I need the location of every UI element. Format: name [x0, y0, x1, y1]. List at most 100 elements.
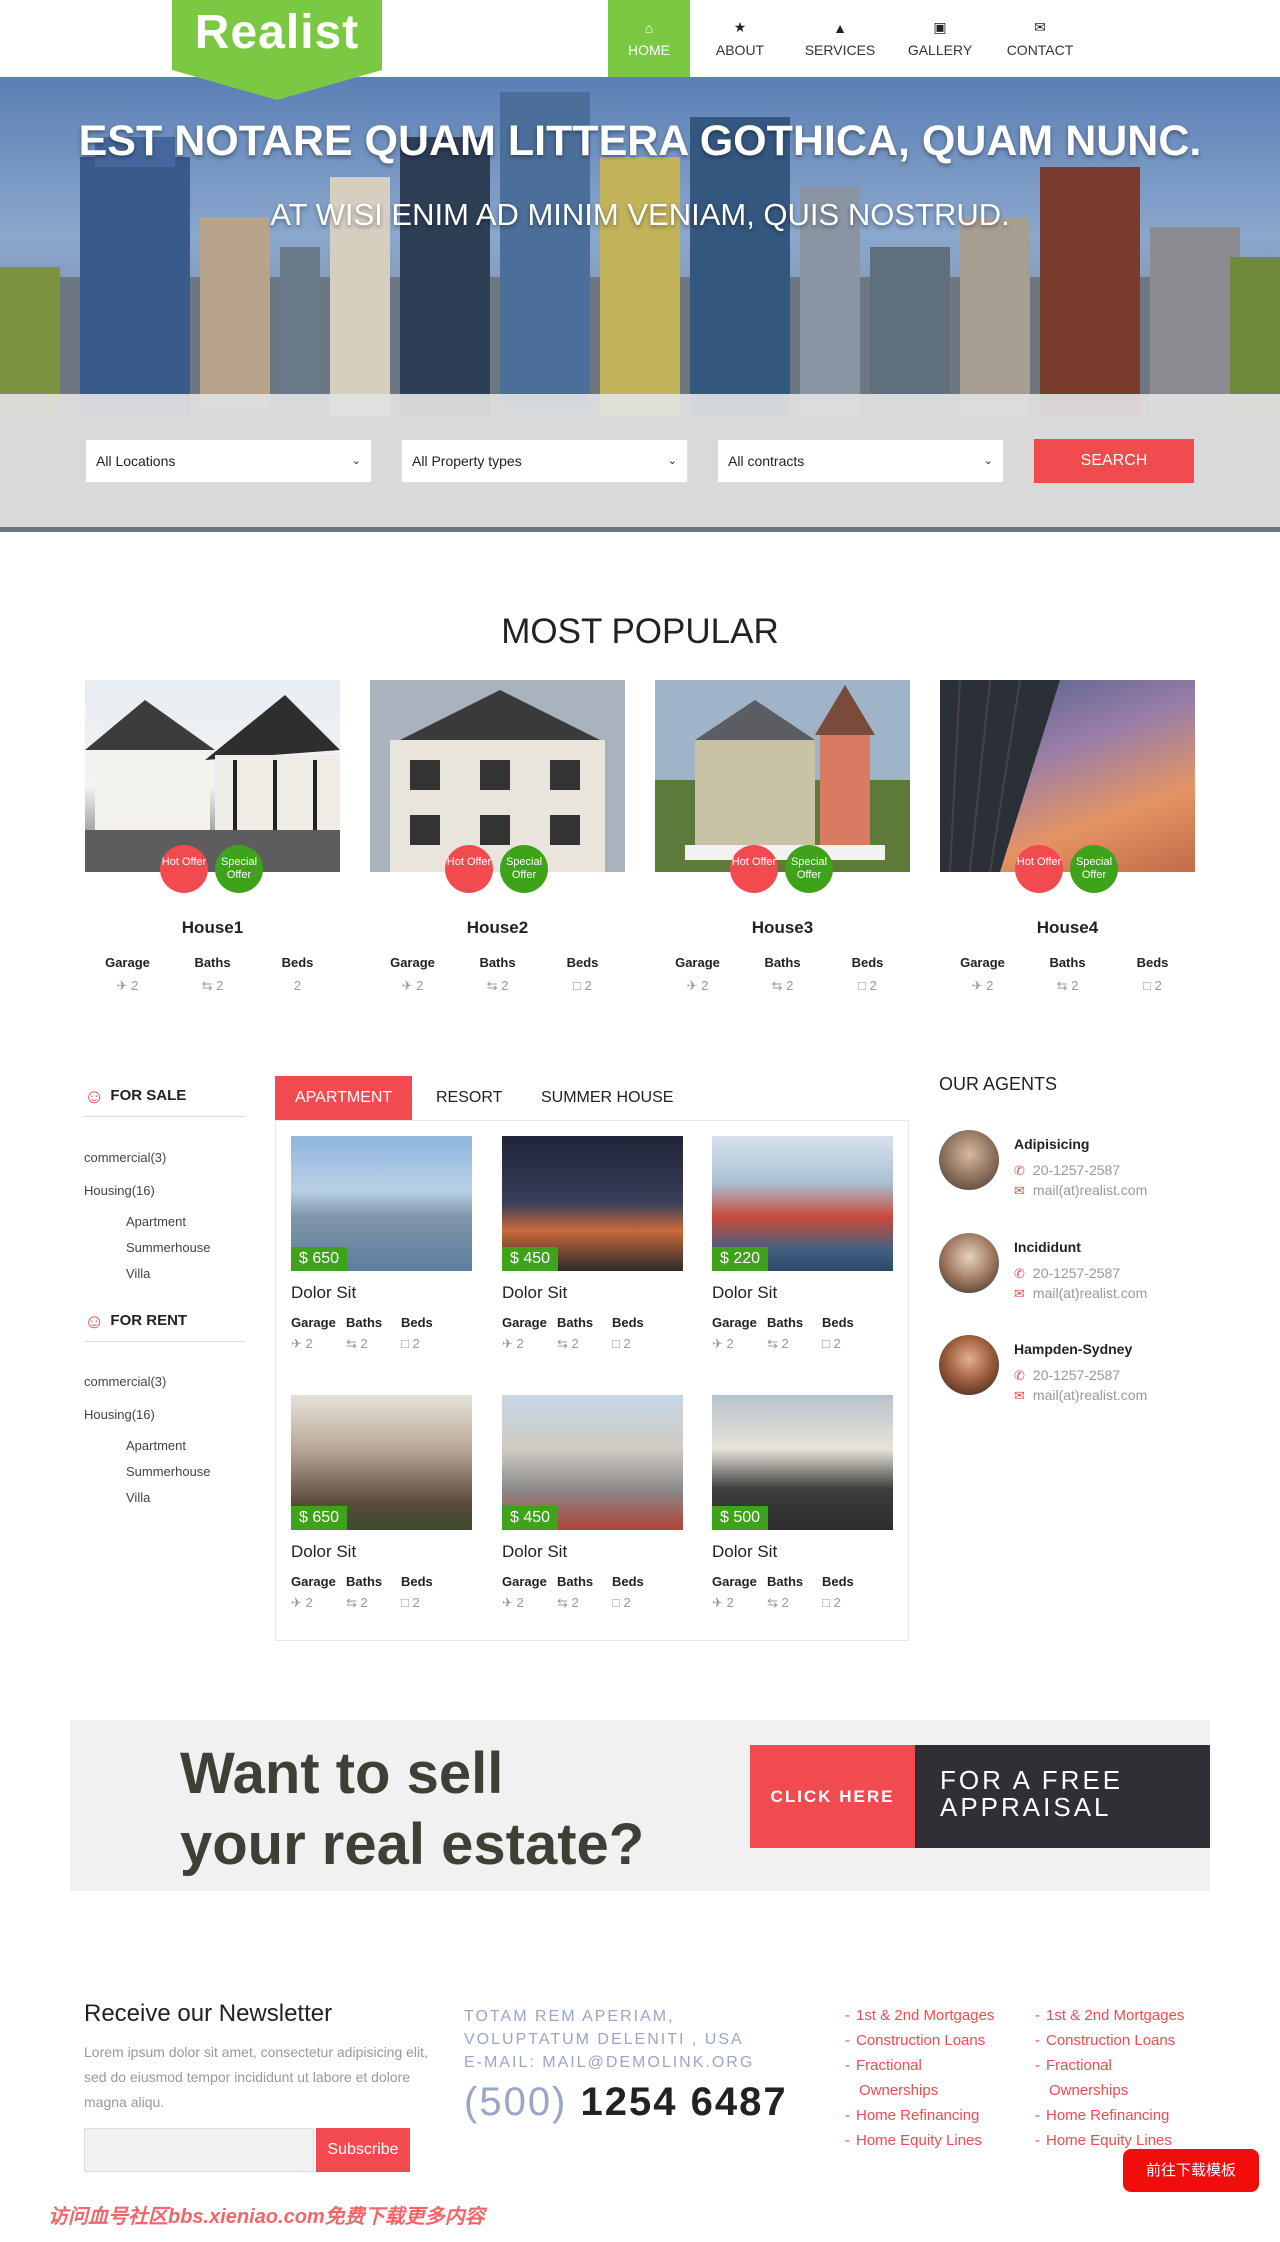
listing-name[interactable]: Dolor Sit	[502, 1283, 683, 1303]
footer-link[interactable]: Ownerships	[1035, 2078, 1184, 2103]
footer-link[interactable]: - Home Refinancing	[1035, 2103, 1184, 2128]
price-tag: $ 450	[502, 1506, 559, 1530]
avatar	[939, 1335, 999, 1395]
garage-label: Garage	[105, 955, 150, 970]
chevron-down-icon: ⌄	[667, 455, 677, 467]
footer-link[interactable]: -1st & 2nd Mortgages	[845, 2003, 994, 2028]
nav-contact[interactable]: ✉ CONTACT	[990, 0, 1090, 77]
sale-summerhouse-link[interactable]: Summerhouse	[126, 1240, 211, 1255]
hero-banner: EST NOTARE QUAM LITTERA GOTHICA, QUAM NU…	[0, 77, 1280, 532]
rent-commercial-link[interactable]: commercial(3)	[84, 1374, 166, 1389]
listing-card[interactable]: $ 500 Dolor Sit Garage Baths Beds ✈ 2 ⇆ 2 □ …	[712, 1395, 893, 1611]
search-button[interactable]: SEARCH	[1034, 439, 1194, 483]
footer-link[interactable]: - Construction Loans	[845, 2028, 994, 2053]
rent-apartment-link[interactable]: Apartment	[126, 1438, 186, 1453]
tab-resort[interactable]: RESORT	[436, 1076, 502, 1120]
rent-housing-link[interactable]: Housing(16)	[84, 1407, 155, 1422]
listing-name[interactable]: Dolor Sit	[712, 1283, 893, 1303]
popular-card[interactable]	[940, 680, 1195, 872]
doc-icon: □	[858, 978, 866, 993]
agent-name[interactable]: Incididunt	[1014, 1239, 1081, 1255]
house-name[interactable]: House1	[85, 918, 340, 938]
tab-summer-house[interactable]: SUMMER HOUSE	[541, 1076, 673, 1120]
main-nav: ⌂ HOME ★ ABOUT ▲ SERVICES ▣ GALLERY ✉ CO…	[608, 0, 1090, 77]
price-tag: $ 650	[291, 1247, 348, 1271]
timber-building-photo	[370, 680, 625, 872]
agents-title: OUR AGENTS	[939, 1074, 1058, 1094]
rent-villa-link[interactable]: Villa	[126, 1490, 150, 1505]
listing-name[interactable]: Dolor Sit	[502, 1542, 683, 1562]
listing-name[interactable]: Dolor Sit	[291, 1283, 472, 1303]
for-sale-heading: ☺ FOR SALE	[84, 1086, 187, 1108]
feature-labels: Garage Baths Beds	[502, 1574, 644, 1589]
listing-card[interactable]: $ 450 Dolor Sit Garage Baths Beds ✈ 2 ⇆ 2 □ …	[502, 1136, 683, 1352]
contact-email[interactable]: E-MAIL: MAIL@DEMOLINK.ORG	[464, 2054, 754, 2072]
smile-icon: ☺	[84, 1086, 105, 1108]
property-type-select[interactable]: All Property types ⌄	[401, 439, 688, 483]
popular-card[interactable]	[370, 680, 625, 872]
subscribe-button[interactable]: Subscribe	[316, 2128, 410, 2172]
footer-link[interactable]: -1st & 2nd Mortgages	[1035, 2003, 1184, 2028]
site-logo[interactable]: Realist	[172, 0, 382, 70]
logo-ribbon-tip	[172, 70, 382, 100]
agent-name[interactable]: Hampden-Sydney	[1014, 1341, 1132, 1357]
footer-link[interactable]: - Fractional	[1035, 2053, 1184, 2078]
retweet-icon: ⇆	[557, 1336, 568, 1351]
footer-link[interactable]: - Construction Loans	[1035, 2028, 1184, 2053]
agent-card[interactable]: Incididunt ✆ 20-1257-2587 ✉ mail(at)realis…	[939, 1233, 1199, 1303]
agent-name[interactable]: Adipisicing	[1014, 1136, 1089, 1152]
listing-image: $ 650	[291, 1395, 472, 1530]
sale-apartment-link[interactable]: Apartment	[126, 1214, 186, 1229]
listing-card[interactable]: $ 650 Dolor Sit Garage Baths Beds ✈ 2 ⇆ 2 □ …	[291, 1136, 472, 1352]
footer-link[interactable]: - Home Refinancing	[845, 2103, 994, 2128]
envelope-icon: ✉	[1014, 1183, 1025, 1198]
sale-villa-link[interactable]: Villa	[126, 1266, 150, 1281]
nav-services[interactable]: ▲ SERVICES	[790, 0, 890, 77]
house-name[interactable]: House2	[370, 918, 625, 938]
popular-card[interactable]	[85, 680, 340, 872]
listing-card[interactable]: $ 220 Dolor Sit Garage Baths Beds ✈ 2 ⇆ 2 □ …	[712, 1136, 893, 1352]
hot-offer-badge: Hot Offer	[445, 845, 493, 893]
house-name[interactable]: House3	[655, 918, 910, 938]
footer-link[interactable]: - Home Equity Lines	[845, 2128, 994, 2153]
agent-email[interactable]: ✉ mail(at)realist.com	[1014, 1285, 1147, 1302]
nav-gallery[interactable]: ▣ GALLERY	[890, 0, 990, 77]
nav-about[interactable]: ★ ABOUT	[690, 0, 790, 77]
feature-labels: Garage Baths Beds	[655, 955, 910, 970]
footer-link[interactable]: - Fractional	[845, 2053, 994, 2078]
popular-card[interactable]	[655, 680, 910, 872]
listing-name[interactable]: Dolor Sit	[291, 1542, 472, 1562]
footer-link[interactable]: Ownerships	[845, 2078, 994, 2103]
agent-card[interactable]: Hampden-Sydney ✆ 20-1257-2587 ✉ mail(at)re…	[939, 1335, 1199, 1405]
house-name[interactable]: House4	[940, 918, 1195, 938]
download-template-button[interactable]: 前往下载模板	[1123, 2149, 1259, 2192]
garage-label: Garage	[675, 955, 720, 970]
tab-apartment[interactable]: APARTMENT	[275, 1076, 413, 1120]
envelope-icon: ✉	[1014, 1286, 1025, 1301]
listing-card[interactable]: $ 450 Dolor Sit Garage Baths Beds ✈ 2 ⇆ 2 □ …	[502, 1395, 683, 1611]
sale-commercial-link[interactable]: commercial(3)	[84, 1150, 166, 1165]
nav-home[interactable]: ⌂ HOME	[608, 0, 690, 77]
agent-email[interactable]: ✉ mail(at)realist.com	[1014, 1182, 1147, 1199]
location-select[interactable]: All Locations ⌄	[85, 439, 372, 483]
sale-housing-link[interactable]: Housing(16)	[84, 1183, 155, 1198]
watermark-text: 访问血号社区bbs.xieniao.com免费下载更多内容	[48, 2206, 485, 2228]
listing-name[interactable]: Dolor Sit	[712, 1542, 893, 1562]
hero-subtitle: AT WISI ENIM AD MINIM VENIAM, QUIS NOSTR…	[270, 197, 1010, 232]
nav-label: HOME	[628, 41, 670, 58]
special-offer-badge: Special Offer	[785, 845, 833, 893]
sell-cta-banner: Want to sell your real estate? CLICK HER…	[70, 1720, 1210, 1891]
plane-icon: ✈	[116, 978, 128, 993]
modern-facade-photo	[940, 680, 1060, 872]
contract-select-value: All contracts	[728, 453, 805, 469]
feature-labels: Garage Baths Beds	[85, 955, 340, 970]
nav-label: CONTACT	[1006, 42, 1074, 58]
click-here-button[interactable]: CLICK HERE	[750, 1745, 915, 1848]
plane-icon: ✈	[502, 1336, 513, 1351]
listing-card[interactable]: $ 650 Dolor Sit Garage Baths Beds ✈ 2 ⇆ 2 □ …	[291, 1395, 472, 1611]
rent-summerhouse-link[interactable]: Summerhouse	[126, 1464, 211, 1479]
contract-select[interactable]: All contracts ⌄	[717, 439, 1004, 483]
newsletter-email-input[interactable]	[84, 2128, 314, 2172]
agent-card[interactable]: Adipisicing ✆ 20-1257-2587 ✉ mail(at)reali…	[939, 1130, 1199, 1200]
agent-email[interactable]: ✉ mail(at)realist.com	[1014, 1387, 1147, 1404]
